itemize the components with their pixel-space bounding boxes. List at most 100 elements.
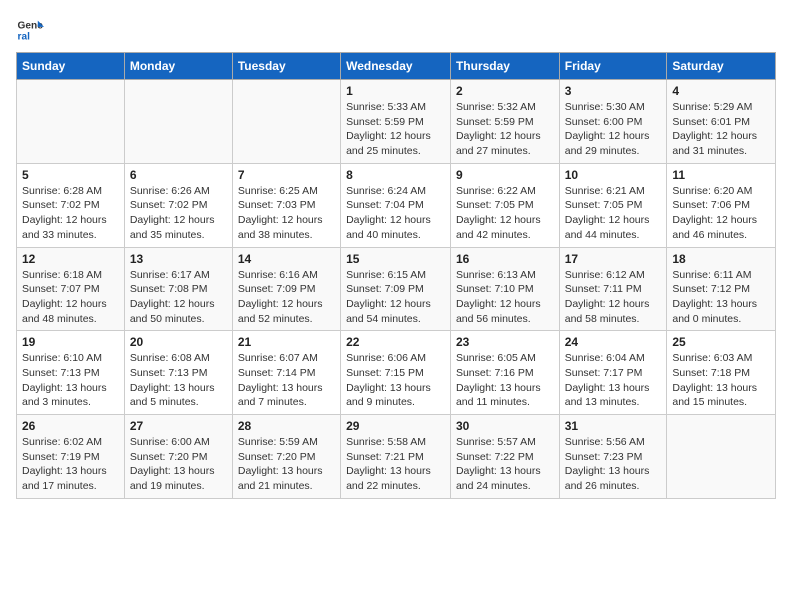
day-number: 11 [672, 168, 770, 182]
day-detail: Sunrise: 5:33 AM Sunset: 5:59 PM Dayligh… [346, 100, 445, 159]
day-number: 6 [130, 168, 227, 182]
calendar-week-row: 5 Sunrise: 6:28 AM Sunset: 7:02 PM Daylig… [17, 163, 776, 247]
calendar-cell: 3Sunrise: 5:30 AM Sunset: 6:00 PM Daylig… [559, 80, 667, 164]
day-detail: Sunrise: 6:02 AM Sunset: 7:19 PM Dayligh… [22, 435, 119, 494]
calendar-cell: 18 Sunrise: 6:11 AM Sunset: 7:12 PM Dayli… [667, 247, 776, 331]
calendar-cell: 25 Sunrise: 6:03 AM Sunset: 7:18 PM Dayli… [667, 331, 776, 415]
day-detail: Sunrise: 6:00 AM Sunset: 7:20 PM Dayligh… [130, 435, 227, 494]
calendar-cell: 15 Sunrise: 6:15 AM Sunset: 7:09 PM Dayli… [341, 247, 451, 331]
day-number: 8 [346, 168, 445, 182]
day-number: 25 [672, 335, 770, 349]
calendar-body: 1 Sunrise: 5:33 AM Sunset: 5:59 PM Daylig… [17, 80, 776, 499]
calendar-cell: 22Sunrise: 6:06 AM Sunset: 7:15 PM Dayli… [341, 331, 451, 415]
day-detail: Sunrise: 5:58 AM Sunset: 7:21 PM Dayligh… [346, 435, 445, 494]
day-number: 17 [565, 252, 662, 266]
day-detail: Sunrise: 6:24 AM Sunset: 7:04 PM Dayligh… [346, 184, 445, 243]
day-number: 7 [238, 168, 335, 182]
weekday-header: Tuesday [232, 53, 340, 80]
day-detail: Sunrise: 6:22 AM Sunset: 7:05 PM Dayligh… [456, 184, 554, 243]
day-detail: Sunrise: 6:10 AM Sunset: 7:13 PM Dayligh… [22, 351, 119, 410]
calendar-cell: 27 Sunrise: 6:00 AM Sunset: 7:20 PM Dayli… [124, 415, 232, 499]
day-number: 24 [565, 335, 662, 349]
calendar-cell [667, 415, 776, 499]
calendar-cell: 30 Sunrise: 5:57 AM Sunset: 7:22 PM Dayli… [450, 415, 559, 499]
calendar-cell: 1 Sunrise: 5:33 AM Sunset: 5:59 PM Daylig… [341, 80, 451, 164]
calendar-week-row: 1 Sunrise: 5:33 AM Sunset: 5:59 PM Daylig… [17, 80, 776, 164]
day-detail: Sunrise: 5:57 AM Sunset: 7:22 PM Dayligh… [456, 435, 554, 494]
day-number: 26 [22, 419, 119, 433]
day-detail: Sunrise: 6:21 AM Sunset: 7:05 PM Dayligh… [565, 184, 662, 243]
calendar-cell: 23 Sunrise: 6:05 AM Sunset: 7:16 PM Dayli… [450, 331, 559, 415]
day-detail: Sunrise: 6:28 AM Sunset: 7:02 PM Dayligh… [22, 184, 119, 243]
weekday-header: Thursday [450, 53, 559, 80]
calendar-cell: 5 Sunrise: 6:28 AM Sunset: 7:02 PM Daylig… [17, 163, 125, 247]
calendar-cell: 28 Sunrise: 5:59 AM Sunset: 7:20 PM Dayli… [232, 415, 340, 499]
day-number: 2 [456, 84, 554, 98]
day-number: 1 [346, 84, 445, 98]
day-detail: Sunrise: 6:03 AM Sunset: 7:18 PM Dayligh… [672, 351, 770, 410]
svg-text:ral: ral [18, 31, 31, 42]
calendar-cell: 14 Sunrise: 6:16 AM Sunset: 7:09 PM Dayli… [232, 247, 340, 331]
day-detail: Sunrise: 5:29 AM Sunset: 6:01 PM Dayligh… [672, 100, 770, 159]
day-number: 30 [456, 419, 554, 433]
day-detail: Sunrise: 6:11 AM Sunset: 7:12 PM Dayligh… [672, 268, 770, 327]
day-detail: Sunrise: 6:04 AM Sunset: 7:17 PM Dayligh… [565, 351, 662, 410]
day-number: 10 [565, 168, 662, 182]
day-detail: Sunrise: 5:30 AM Sunset: 6:00 PM Dayligh… [565, 100, 662, 159]
calendar-cell: 2 Sunrise: 5:32 AM Sunset: 5:59 PM Daylig… [450, 80, 559, 164]
weekday-header: Friday [559, 53, 667, 80]
logo-icon: Gene ral [16, 16, 44, 44]
day-number: 18 [672, 252, 770, 266]
day-number: 14 [238, 252, 335, 266]
calendar-cell: 9 Sunrise: 6:22 AM Sunset: 7:05 PM Daylig… [450, 163, 559, 247]
day-number: 23 [456, 335, 554, 349]
calendar-cell: 10 Sunrise: 6:21 AM Sunset: 7:05 PM Dayli… [559, 163, 667, 247]
calendar-cell: 16Sunrise: 6:13 AM Sunset: 7:10 PM Dayli… [450, 247, 559, 331]
calendar-week-row: 12 Sunrise: 6:18 AM Sunset: 7:07 PM Dayli… [17, 247, 776, 331]
logo: Gene ral [16, 16, 48, 44]
calendar-week-row: 26 Sunrise: 6:02 AM Sunset: 7:19 PM Dayli… [17, 415, 776, 499]
day-detail: Sunrise: 6:05 AM Sunset: 7:16 PM Dayligh… [456, 351, 554, 410]
calendar-cell [232, 80, 340, 164]
calendar-cell: 29 Sunrise: 5:58 AM Sunset: 7:21 PM Dayli… [341, 415, 451, 499]
page-header: Gene ral [16, 16, 776, 44]
calendar-cell: 21Sunrise: 6:07 AM Sunset: 7:14 PM Dayli… [232, 331, 340, 415]
calendar-cell: 20Sunrise: 6:08 AM Sunset: 7:13 PM Dayli… [124, 331, 232, 415]
calendar-cell: 6 Sunrise: 6:26 AM Sunset: 7:02 PM Daylig… [124, 163, 232, 247]
day-detail: Sunrise: 6:15 AM Sunset: 7:09 PM Dayligh… [346, 268, 445, 327]
day-number: 27 [130, 419, 227, 433]
calendar-cell: 13 Sunrise: 6:17 AM Sunset: 7:08 PM Dayli… [124, 247, 232, 331]
day-number: 5 [22, 168, 119, 182]
day-detail: Sunrise: 5:59 AM Sunset: 7:20 PM Dayligh… [238, 435, 335, 494]
weekday-header: Sunday [17, 53, 125, 80]
day-number: 29 [346, 419, 445, 433]
calendar-cell: 26 Sunrise: 6:02 AM Sunset: 7:19 PM Dayli… [17, 415, 125, 499]
day-number: 28 [238, 419, 335, 433]
calendar-cell: 12 Sunrise: 6:18 AM Sunset: 7:07 PM Dayli… [17, 247, 125, 331]
day-number: 13 [130, 252, 227, 266]
day-detail: Sunrise: 6:25 AM Sunset: 7:03 PM Dayligh… [238, 184, 335, 243]
day-detail: Sunrise: 6:12 AM Sunset: 7:11 PM Dayligh… [565, 268, 662, 327]
day-number: 12 [22, 252, 119, 266]
day-number: 9 [456, 168, 554, 182]
day-detail: Sunrise: 6:08 AM Sunset: 7:13 PM Dayligh… [130, 351, 227, 410]
calendar-cell: 24 Sunrise: 6:04 AM Sunset: 7:17 PM Dayli… [559, 331, 667, 415]
calendar-cell: 11Sunrise: 6:20 AM Sunset: 7:06 PM Dayli… [667, 163, 776, 247]
day-detail: Sunrise: 6:17 AM Sunset: 7:08 PM Dayligh… [130, 268, 227, 327]
day-number: 21 [238, 335, 335, 349]
calendar-cell: 19Sunrise: 6:10 AM Sunset: 7:13 PM Dayli… [17, 331, 125, 415]
day-detail: Sunrise: 6:26 AM Sunset: 7:02 PM Dayligh… [130, 184, 227, 243]
calendar-cell [17, 80, 125, 164]
day-number: 15 [346, 252, 445, 266]
calendar-table: SundayMondayTuesdayWednesdayThursdayFrid… [16, 52, 776, 499]
calendar-week-row: 19Sunrise: 6:10 AM Sunset: 7:13 PM Dayli… [17, 331, 776, 415]
calendar-cell: 17 Sunrise: 6:12 AM Sunset: 7:11 PM Dayli… [559, 247, 667, 331]
day-detail: Sunrise: 6:16 AM Sunset: 7:09 PM Dayligh… [238, 268, 335, 327]
day-detail: Sunrise: 6:13 AM Sunset: 7:10 PM Dayligh… [456, 268, 554, 327]
day-number: 22 [346, 335, 445, 349]
calendar-cell: 7 Sunrise: 6:25 AM Sunset: 7:03 PM Daylig… [232, 163, 340, 247]
day-number: 4 [672, 84, 770, 98]
day-detail: Sunrise: 6:18 AM Sunset: 7:07 PM Dayligh… [22, 268, 119, 327]
day-detail: Sunrise: 5:32 AM Sunset: 5:59 PM Dayligh… [456, 100, 554, 159]
weekday-header: Saturday [667, 53, 776, 80]
